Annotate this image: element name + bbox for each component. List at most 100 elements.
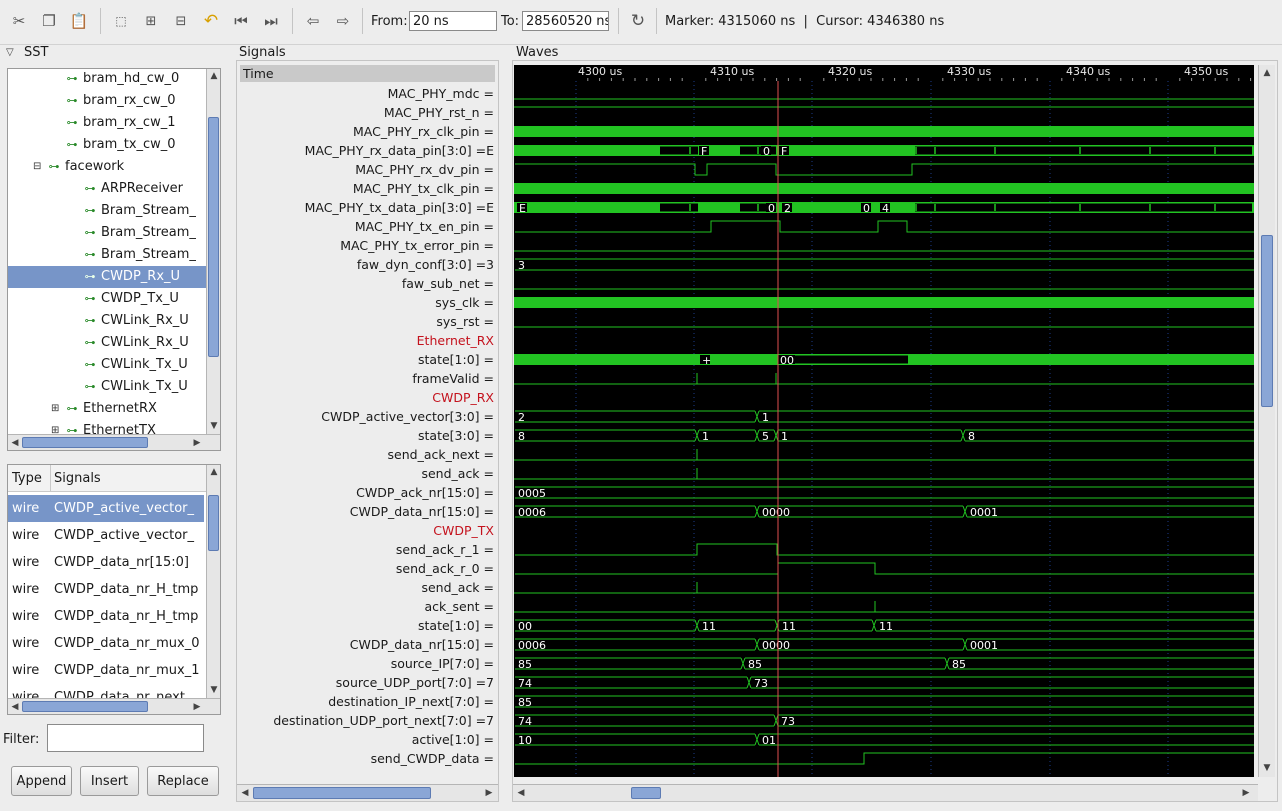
sst-tree-item[interactable]: ⊶ CWLink_Rx_U <box>8 310 206 332</box>
signal-name[interactable]: MAC_PHY_rst_n = <box>240 103 494 122</box>
waves-hscroll-thumb[interactable] <box>631 787 661 799</box>
signal-name[interactable]: active[1:0] = <box>240 730 494 749</box>
signal-name[interactable]: state[1:0] = <box>240 616 494 635</box>
list-vscrollbar[interactable]: ▲ ▼ <box>206 465 220 698</box>
list-item[interactable]: wire CWDP_data_nr_H_tmp <box>8 576 204 603</box>
waves-vscroll-thumb[interactable] <box>1261 235 1273 407</box>
sst-collapse-icon[interactable]: ▽ <box>6 45 18 61</box>
signal-name[interactable]: MAC_PHY_rx_data_pin[3:0] =E <box>240 141 494 160</box>
list-hscroll-thumb[interactable] <box>22 701 148 712</box>
scroll-left-icon[interactable]: ◀ <box>8 700 22 714</box>
signal-name[interactable]: send_CWDP_data = <box>240 749 494 768</box>
copy-icon[interactable]: ❐ <box>38 10 60 32</box>
goto-end-icon[interactable]: ⏭ <box>260 10 282 32</box>
scroll-up-icon[interactable]: ▲ <box>207 69 220 83</box>
signal-name[interactable]: faw_sub_net = <box>240 274 494 293</box>
sst-tree-item[interactable]: ⊶ Bram_Stream_ <box>8 200 206 222</box>
signal-name[interactable]: MAC_PHY_tx_clk_pin = <box>240 179 494 198</box>
signal-name[interactable]: send_ack_next = <box>240 445 494 464</box>
zoom-fit-icon[interactable]: ⬚ <box>110 10 132 32</box>
paste-icon[interactable]: 📋 <box>68 10 90 32</box>
prev-icon[interactable]: ⇦ <box>302 10 324 32</box>
append-button[interactable]: Append <box>11 766 72 796</box>
sst-hscrollbar[interactable]: ◀ ▶ <box>8 434 220 450</box>
sst-tree-item[interactable]: ⊶ Bram_Stream_ <box>8 222 206 244</box>
signal-name[interactable]: MAC_PHY_tx_error_pin = <box>240 236 494 255</box>
scroll-right-icon[interactable]: ▶ <box>1239 786 1253 800</box>
waves-hscrollbar[interactable]: ◀ ▶ <box>513 784 1258 801</box>
next-icon[interactable]: ⇨ <box>332 10 354 32</box>
signal-name[interactable]: MAC_PHY_mdc = <box>240 84 494 103</box>
scroll-up-icon[interactable]: ▲ <box>1260 66 1274 80</box>
signal-group-label[interactable]: CWDP_TX <box>240 521 494 540</box>
sst-tree-item[interactable]: ⊶ bram_tx_cw_0 <box>8 134 206 156</box>
reload-icon[interactable]: ↻ <box>627 10 649 32</box>
list-item[interactable]: wire CWDP_data_nr[15:0] <box>8 549 204 576</box>
scroll-down-icon[interactable]: ▼ <box>207 419 220 433</box>
zoom-in-icon[interactable]: ⊞ <box>140 10 162 32</box>
sst-tree-item[interactable]: ⊶ bram_rx_cw_0 <box>8 90 206 112</box>
sst-tree-item[interactable]: ⊶ CWDP_Tx_U <box>8 288 206 310</box>
undo-icon[interactable]: ↶ <box>200 10 222 32</box>
signal-name[interactable]: MAC_PHY_tx_data_pin[3:0] =E <box>240 198 494 217</box>
signal-group-label[interactable]: CWDP_RX <box>240 388 494 407</box>
col-signals-header[interactable]: Signals <box>54 471 101 486</box>
signal-name[interactable]: state[1:0] = <box>240 350 494 369</box>
col-type-header[interactable]: Type <box>12 471 42 486</box>
sst-hscroll-thumb[interactable] <box>22 437 148 448</box>
list-item[interactable]: wire CWDP_data_nr_mux_0 <box>8 630 204 657</box>
sst-tree-item[interactable]: ⊶ Bram_Stream_ <box>8 244 206 266</box>
scroll-down-icon[interactable]: ▼ <box>1260 761 1274 775</box>
scroll-right-icon[interactable]: ▶ <box>482 786 496 800</box>
signal-name[interactable]: sys_rst = <box>240 312 494 331</box>
filter-input[interactable] <box>47 724 204 752</box>
signal-name[interactable]: source_IP[7:0] = <box>240 654 494 673</box>
replace-button[interactable]: Replace <box>147 766 219 796</box>
waves-vscrollbar[interactable]: ▲ ▼ <box>1258 65 1275 777</box>
waveform-canvas[interactable]: 4300 us 4310 us 4320 us 4330 us 4340 us 4350 … <box>514 65 1254 777</box>
signal-name[interactable]: MAC_PHY_rx_clk_pin = <box>240 122 494 141</box>
signal-name[interactable]: send_ack = <box>240 464 494 483</box>
scroll-right-icon[interactable]: ▶ <box>190 700 204 714</box>
sst-tree-item[interactable]: ⊶ ARPReceiver <box>8 178 206 200</box>
list-item[interactable]: wire CWDP_data_nr_H_tmp <box>8 603 204 630</box>
cut-icon[interactable]: ✂ <box>8 10 30 32</box>
goto-start-icon[interactable]: ⏮ <box>230 10 252 32</box>
from-input[interactable]: 20 ns <box>409 11 497 31</box>
list-item[interactable]: wire CWDP_active_vector_ <box>8 522 204 549</box>
scroll-down-icon[interactable]: ▼ <box>207 683 220 697</box>
signal-name[interactable]: destination_IP_next[7:0] = <box>240 692 494 711</box>
sst-tree-item[interactable]: ⊶ CWDP_Rx_U <box>8 266 206 288</box>
sst-tree-item[interactable]: ⊞ ⊶ EthernetRX <box>8 398 206 420</box>
sst-vscroll-thumb[interactable] <box>208 117 219 357</box>
signal-name[interactable]: state[3:0] = <box>240 426 494 445</box>
signal-name[interactable]: destination_UDP_port_next[7:0] =7 <box>240 711 494 730</box>
signal-name[interactable]: CWDP_ack_nr[15:0] = <box>240 483 494 502</box>
signal-group-label[interactable]: Ethernet_RX <box>240 331 494 350</box>
sst-tree-item[interactable]: ⊟ ⊶ facework <box>8 156 206 178</box>
signal-name[interactable]: send_ack_r_1 = <box>240 540 494 559</box>
signal-name[interactable]: CWDP_active_vector[3:0] = <box>240 407 494 426</box>
scroll-up-icon[interactable]: ▲ <box>207 465 220 479</box>
list-vscroll-thumb[interactable] <box>208 495 219 551</box>
scroll-right-icon[interactable]: ▶ <box>190 436 204 450</box>
signal-name[interactable]: send_ack = <box>240 578 494 597</box>
signal-name[interactable]: ack_sent = <box>240 597 495 616</box>
zoom-out-icon[interactable]: ⊟ <box>170 10 192 32</box>
sst-tree-item[interactable]: ⊶ CWLink_Tx_U <box>8 354 206 376</box>
to-input[interactable]: 28560520 ns <box>522 11 609 31</box>
sst-tree-item[interactable]: ⊶ bram_rx_cw_1 <box>8 112 206 134</box>
signal-name[interactable]: frameValid = <box>240 369 494 388</box>
list-item[interactable]: wire CWDP_data_nr_mux_1 <box>8 657 204 684</box>
sst-tree-item[interactable]: ⊶ CWLink_Rx_U <box>8 332 206 354</box>
expand-icon[interactable]: ⊞ <box>51 398 61 420</box>
scroll-left-icon[interactable]: ◀ <box>8 436 22 450</box>
signal-name[interactable]: CWDP_data_nr[15:0] = <box>240 502 494 521</box>
collapse-icon[interactable]: ⊟ <box>33 156 43 178</box>
scroll-left-icon[interactable]: ◀ <box>238 786 252 800</box>
sst-tree-item[interactable]: ⊶ CWLink_Tx_U <box>8 376 206 398</box>
signals-hscroll-thumb[interactable] <box>253 787 431 799</box>
sst-tree-item[interactable]: ⊶ bram_hd_cw_0 <box>8 69 206 90</box>
signal-name[interactable]: send_ack_r_0 = <box>240 559 494 578</box>
signal-name[interactable]: MAC_PHY_tx_en_pin = <box>240 217 494 236</box>
